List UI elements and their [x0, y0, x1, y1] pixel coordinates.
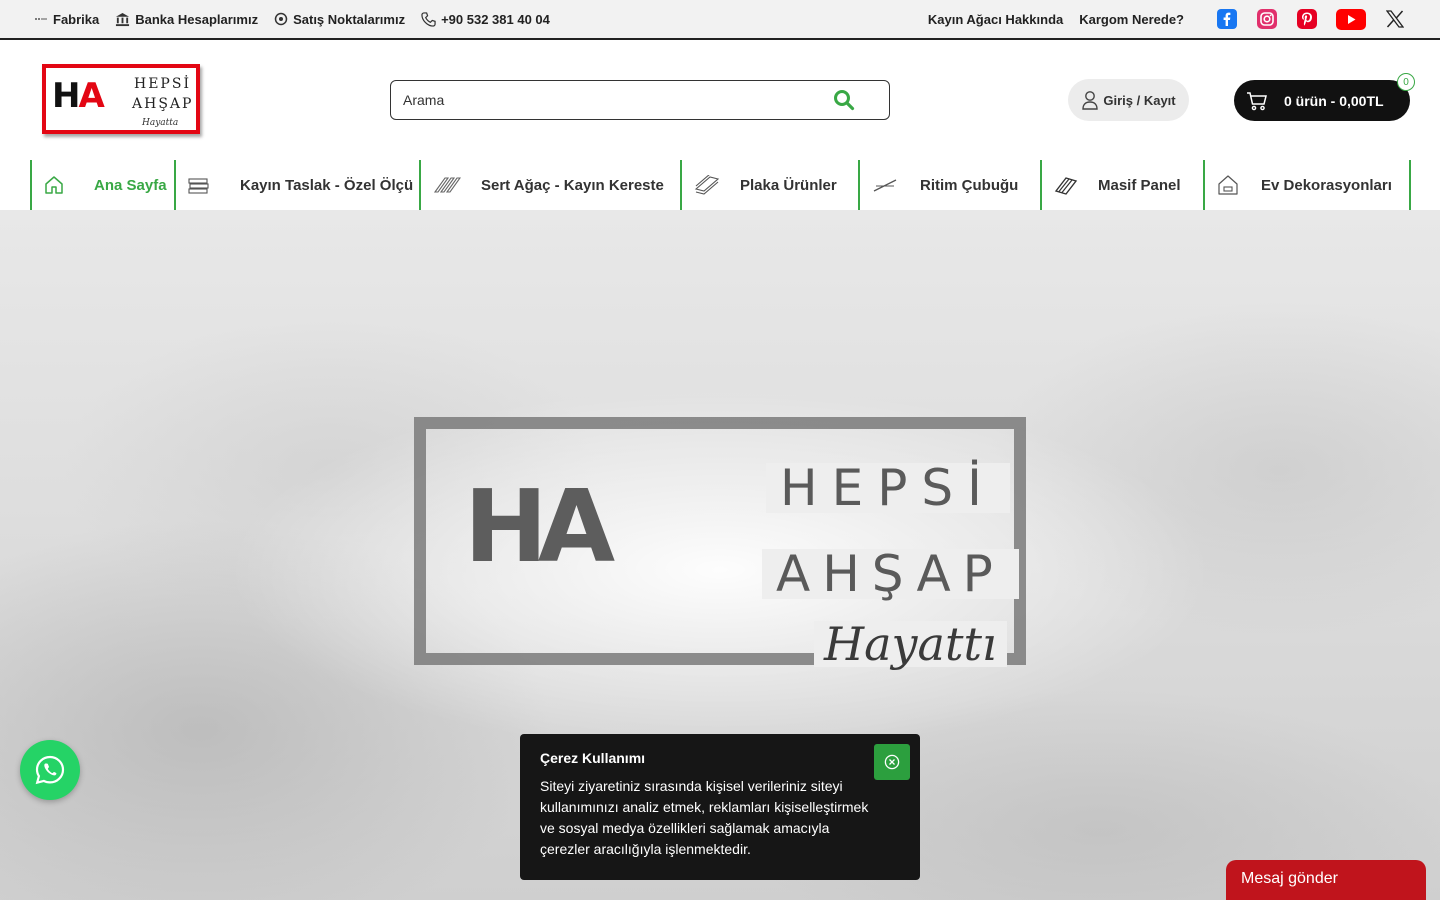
close-icon	[884, 754, 900, 770]
x-icon[interactable]	[1384, 8, 1406, 30]
topbar-link-track-order[interactable]: Kargom Nerede?	[1079, 12, 1184, 27]
site-header: HA HEPSİ AHŞAP Hayatta Giriş / Kayıt 0 ü…	[0, 40, 1440, 158]
site-logo[interactable]: HA HEPSİ AHŞAP Hayatta	[42, 64, 200, 134]
cookie-title: Çerez Kullanımı	[540, 750, 646, 766]
hero-logo-word-hepsi: HEPSİ	[766, 463, 1010, 513]
house-decor-icon	[1217, 174, 1239, 196]
cart-summary: 0 ürün - 0,00TL	[1284, 92, 1384, 109]
send-message-button[interactable]: Mesaj gönder	[1226, 860, 1426, 900]
nav-divider	[1409, 160, 1411, 210]
cookie-close-button[interactable]	[874, 744, 910, 780]
wood-stack-icon	[188, 174, 210, 196]
cookie-notice: Çerez Kullanımı Siteyi ziyaretiniz sıras…	[520, 734, 920, 880]
nav-item-kayin-taslak[interactable]: Kayın Taslak - Özel Ölçü	[174, 160, 419, 210]
stick-icon	[872, 174, 898, 196]
nav-item-plaka[interactable]: Plaka Ürünler	[680, 160, 858, 210]
youtube-icon[interactable]	[1336, 8, 1366, 30]
solid-panel-icon	[1054, 174, 1078, 196]
panel-sheets-icon	[694, 174, 720, 196]
nav-item-label: Ana Sayfa	[94, 176, 167, 194]
hero-logo-word-ahsap: AHŞAP	[762, 549, 1019, 599]
logo-word-hayatta: Hayatta	[142, 118, 179, 128]
top-utility-bar: Fabrika Banka Hesaplarımız Satış Noktala…	[0, 0, 1440, 40]
nav-item-masif-panel[interactable]: Masif Panel	[1040, 160, 1203, 210]
login-register-button[interactable]: Giriş / Kayıt	[1068, 79, 1189, 121]
pinterest-icon[interactable]	[1296, 8, 1318, 30]
cart-button[interactable]: 0 ürün - 0,00TL 0	[1234, 73, 1415, 121]
logo-mark-a: A	[78, 76, 104, 116]
topbar-link-label: Satış Noktalarımız	[293, 11, 406, 27]
search-box	[390, 80, 890, 120]
topbar-link-about-beech[interactable]: Kayın Ağacı Hakkında	[928, 12, 1063, 27]
login-label: Giriş / Kayıt	[1103, 92, 1176, 108]
nav-item-label: Ev Dekorasyonları	[1261, 176, 1392, 194]
nav-item-label: Sert Ağaç - Kayın Kereste	[481, 176, 664, 194]
topbar-right: Kayın Ağacı Hakkında Kargom Nerede?	[912, 8, 1406, 30]
topbar-phone[interactable]: +90 532 381 40 04	[421, 12, 550, 27]
facebook-icon[interactable]	[1216, 8, 1238, 30]
phone-icon	[421, 11, 436, 27]
hero-brand-logo: HA HEPSİ AHŞAP Hayattı	[414, 417, 1026, 667]
topbar-phone-label: +90 532 381 40 04	[441, 11, 550, 27]
topbar-left: Fabrika Banka Hesaplarımız Satış Noktala…	[34, 12, 566, 27]
hero-logo-word-hayatti: Hayattı	[814, 621, 1007, 667]
nav-item-ritim-cubugu[interactable]: Ritim Çubuğu	[858, 160, 1040, 210]
nav-item-ev-dekorasyonlari[interactable]: Ev Dekorasyonları	[1203, 160, 1409, 210]
nav-item-label: Masif Panel	[1098, 176, 1181, 194]
topbar-link-fabrika[interactable]: Fabrika	[34, 12, 99, 27]
logo-word-hepsi: HEPSİ	[134, 76, 191, 92]
nav-item-home[interactable]: Ana Sayfa	[30, 160, 174, 210]
cart-count-badge: 0	[1397, 73, 1415, 91]
logo-mark-h: H	[52, 76, 81, 116]
search-button[interactable]	[829, 85, 859, 115]
instagram-icon[interactable]	[1256, 8, 1278, 30]
nav-item-label: Plaka Ürünler	[740, 176, 837, 194]
user-icon	[1082, 91, 1099, 110]
whatsapp-icon	[35, 755, 65, 785]
nav-item-sert-agac[interactable]: Sert Ağaç - Kayın Kereste	[419, 160, 680, 210]
dots-line-icon	[35, 18, 47, 20]
home-icon	[44, 174, 64, 196]
topbar-link-label: Banka Hesaplarımız	[135, 11, 259, 27]
topbar-link-label: Fabrika	[53, 11, 100, 27]
bank-icon	[116, 12, 130, 26]
whatsapp-button[interactable]	[20, 740, 80, 800]
cookie-text: Siteyi ziyaretiniz sırasında kişisel ver…	[540, 778, 869, 857]
topbar-link-sales-points[interactable]: Satış Noktalarımız	[274, 12, 405, 27]
cart-icon	[1247, 91, 1267, 110]
search-icon	[834, 90, 855, 111]
hero-logo-mark: HA	[464, 468, 615, 585]
nav-item-label: Kayın Taslak - Özel Ölçü	[240, 176, 414, 194]
nav-item-label: Ritim Çubuğu	[920, 176, 1019, 194]
social-links	[1198, 8, 1406, 30]
logo-mark: HA	[52, 76, 105, 116]
lumber-icon	[433, 174, 461, 196]
main-navigation: Ana Sayfa Kayın Taslak - Özel Ölçü Sert …	[30, 160, 1411, 210]
location-pin-icon	[274, 12, 288, 26]
search-input[interactable]	[403, 92, 829, 108]
logo-word-ahsap: AHŞAP	[132, 96, 194, 112]
topbar-link-bank-accounts[interactable]: Banka Hesaplarımız	[115, 12, 258, 27]
